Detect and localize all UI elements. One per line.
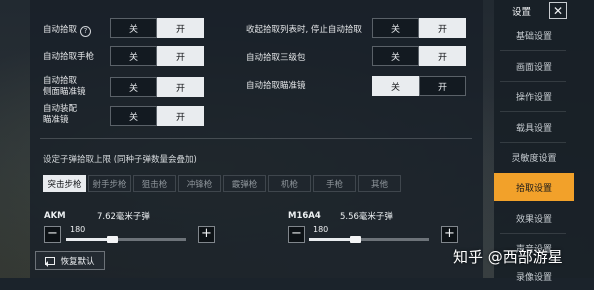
weapon-type-tabs: 突击步枪 射手步枪 狙击枪 冲锋枪 霰弹枪 机枪 手枪 其他 — [43, 175, 403, 192]
tab-other[interactable]: 其他 — [358, 175, 401, 192]
on-option[interactable]: 开 — [419, 46, 466, 66]
off-option[interactable]: 关 — [372, 46, 419, 66]
on-option[interactable]: 开 — [157, 18, 204, 38]
ammo-type-m16a4: 5.56毫米子弹 — [340, 212, 393, 222]
on-option[interactable]: 开 — [419, 18, 466, 38]
slider-fill-m16a4 — [309, 238, 355, 241]
section-divider — [40, 138, 472, 139]
sidebar-item-sensitivity[interactable]: 灵敏度设置 — [494, 143, 574, 171]
sidebar-item-pickup[interactable]: 拾取设置 — [494, 173, 574, 201]
auto-equip-scope-label: 自动装配 瞄准镜 — [43, 104, 78, 125]
stop-pickup-on-collapse-toggle[interactable]: 关 开 — [372, 18, 466, 38]
slider-value-m16a4: 180 — [313, 225, 329, 234]
off-option[interactable]: 关 — [110, 18, 157, 38]
auto-equip-scope-toggle[interactable]: 关 开 — [110, 106, 204, 126]
sidebar-item-effects[interactable]: 效果设置 — [494, 204, 574, 232]
on-option[interactable]: 开 — [157, 77, 204, 97]
tab-sniper-rifle[interactable]: 狙击枪 — [133, 175, 176, 192]
off-option[interactable]: 关 — [110, 46, 157, 66]
reset-icon — [45, 256, 56, 267]
sidebar-item-vehicle[interactable]: 载具设置 — [494, 113, 574, 141]
auto-pickup-level3-bag-label: 自动拾取三级包 — [246, 53, 306, 63]
auto-pickup-scope-label: 自动拾取瞄准镜 — [246, 81, 306, 91]
auto-pickup-side-scope-label: 自动拾取 侧面瞄准镜 — [43, 76, 86, 97]
close-icon[interactable]: ✕ — [549, 2, 567, 19]
sidebar-separator — [500, 111, 566, 112]
tab-assault-rifle[interactable]: 突击步枪 — [43, 175, 86, 192]
off-option[interactable]: 关 — [372, 18, 419, 38]
tab-pistol[interactable]: 手枪 — [313, 175, 356, 192]
sidebar-separator — [500, 50, 566, 51]
reset-label: 恢复默认 — [60, 256, 95, 267]
pickup-settings-panel: 自动拾取? 关 开 自动拾取手枪 关 开 自动拾取 侧面瞄准镜 关 开 自动装配瞄… — [30, 0, 483, 278]
increase-button-akm[interactable]: + — [198, 226, 215, 243]
slider-handle-akm[interactable] — [107, 236, 118, 243]
off-option[interactable]: 关 — [372, 76, 419, 96]
slider-handle-m16a4[interactable] — [350, 236, 361, 243]
auto-pickup-level3-bag-toggle[interactable]: 关 开 — [372, 46, 466, 66]
tab-machine-gun[interactable]: 机枪 — [268, 175, 311, 192]
on-option[interactable]: 开 — [157, 106, 204, 126]
reset-default-button[interactable]: 恢复默认 — [35, 251, 105, 270]
off-option[interactable]: 关 — [110, 106, 157, 126]
settings-sidebar: 设置 ✕ 基础设置 画面设置 操作设置 载具设置 灵敏度设置 拾取设置 效果设置… — [494, 0, 594, 283]
slider-fill-akm — [66, 238, 112, 241]
tab-smg[interactable]: 冲锋枪 — [178, 175, 221, 192]
slider-value-akm: 180 — [70, 225, 86, 234]
sidebar-header: 设置 ✕ — [494, 0, 594, 20]
sidebar-item-basic[interactable]: 基础设置 — [494, 21, 574, 49]
off-option[interactable]: 关 — [110, 77, 157, 97]
stop-pickup-on-collapse-label: 收起拾取列表时, 停止自动拾取 — [246, 25, 362, 35]
help-icon[interactable]: ? — [80, 26, 92, 37]
on-option[interactable]: 开 — [419, 76, 466, 96]
auto-pickup-side-scope-toggle[interactable]: 关 开 — [110, 77, 204, 97]
decrease-button-akm[interactable]: − — [44, 226, 61, 243]
weapon-name-m16a4: M16A4 — [288, 211, 321, 221]
ammo-type-akm: 7.62毫米子弹 — [97, 212, 150, 222]
watermark: 知乎 @西部游星 — [453, 248, 563, 266]
on-option[interactable]: 开 — [157, 46, 204, 66]
decrease-button-m16a4[interactable]: − — [288, 226, 305, 243]
settings-title: 设置 — [512, 7, 532, 18]
auto-pickup-label: 自动拾取? — [43, 25, 92, 37]
sidebar-item-controls[interactable]: 操作设置 — [494, 82, 574, 110]
ammo-limit-note: 设定子弹拾取上限 (同种子弹数量会叠加) — [43, 155, 197, 165]
tab-shotgun[interactable]: 霰弹枪 — [223, 175, 266, 192]
weapon-name-akm: AKM — [44, 211, 66, 221]
increase-button-m16a4[interactable]: + — [441, 226, 458, 243]
auto-pickup-scope-toggle[interactable]: 关 开 — [372, 76, 466, 96]
auto-pickup-pistol-toggle[interactable]: 关 开 — [110, 46, 204, 66]
auto-pickup-pistol-label: 自动拾取手枪 — [43, 52, 95, 62]
tab-marksman-rifle[interactable]: 射手步枪 — [88, 175, 131, 192]
auto-pickup-toggle[interactable]: 关 开 — [110, 18, 204, 38]
sidebar-item-graphics[interactable]: 画面设置 — [494, 52, 574, 80]
